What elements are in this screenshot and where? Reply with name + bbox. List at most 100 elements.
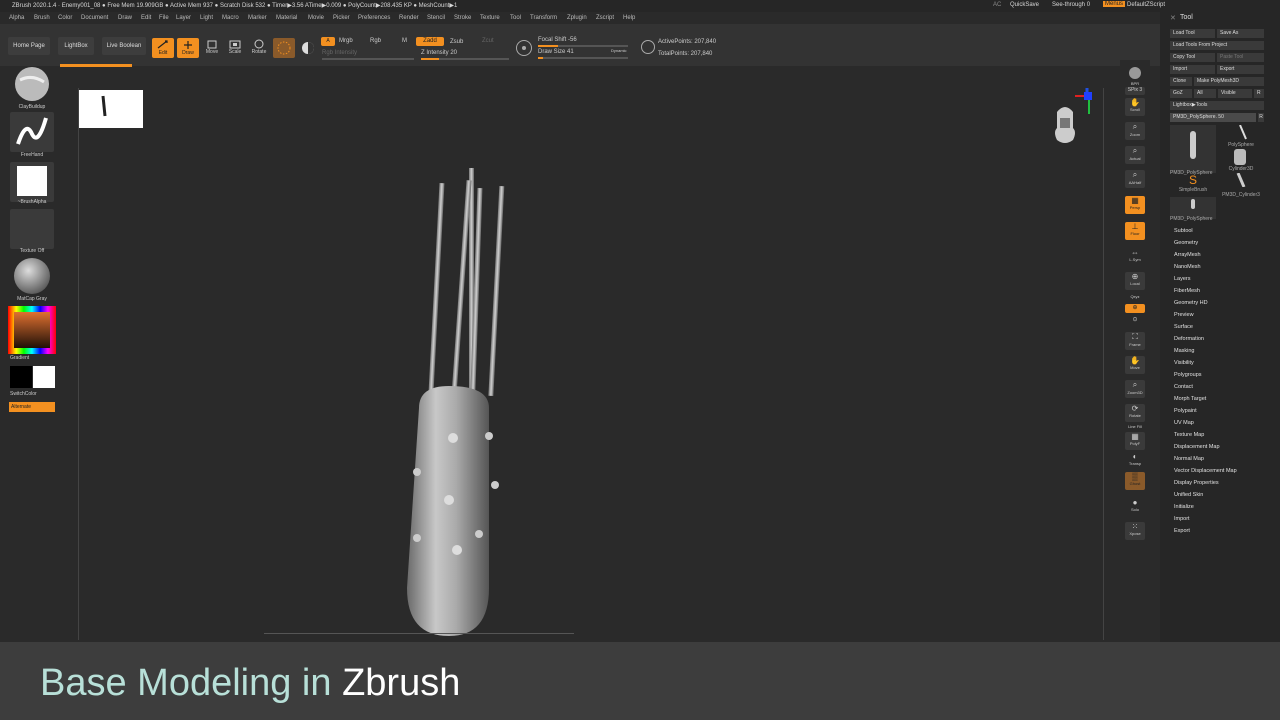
ghost-button[interactable]: ▒ Ghost bbox=[1125, 472, 1145, 490]
primary-color-swatch[interactable] bbox=[33, 366, 55, 388]
menu-zscript[interactable]: Zscript bbox=[596, 15, 614, 21]
tool-menu-item[interactable]: Geometry bbox=[1174, 240, 1198, 246]
scroll-button[interactable]: ✋ Scroll bbox=[1125, 98, 1145, 116]
rgb-toggle[interactable]: Rgb bbox=[370, 38, 381, 44]
ac-label[interactable]: AC bbox=[993, 2, 1001, 8]
m-toggle[interactable]: M bbox=[402, 38, 407, 44]
menu-draw[interactable]: Draw bbox=[118, 15, 132, 21]
xpose-button[interactable]: ⁙ Xpose bbox=[1125, 522, 1145, 540]
persp-button[interactable]: ▦ Persp bbox=[1125, 196, 1145, 214]
menu-transform[interactable]: Transform bbox=[530, 15, 557, 21]
tool-menu-item[interactable]: Display Properties bbox=[1174, 480, 1219, 486]
3d-model[interactable] bbox=[379, 158, 579, 638]
load-tool-button[interactable]: Load Tool bbox=[1170, 29, 1215, 38]
z-intensity-slider[interactable] bbox=[421, 58, 509, 60]
menu-light[interactable]: Light bbox=[200, 15, 213, 21]
tool-menu-item[interactable]: Geometry HD bbox=[1174, 300, 1208, 306]
collapse-icon[interactable]: ✕ bbox=[1170, 14, 1176, 22]
orientation-gizmo[interactable] bbox=[1049, 88, 1099, 158]
menu-render[interactable]: Render bbox=[399, 15, 419, 21]
tool-menu-item[interactable]: Displacement Map bbox=[1174, 444, 1220, 450]
scale-button[interactable]: Scale bbox=[225, 38, 245, 58]
menu-tool[interactable]: Tool bbox=[510, 15, 521, 21]
rotate-view-button[interactable]: ⟳ Rotate bbox=[1125, 404, 1145, 422]
secondary-color-swatch[interactable] bbox=[10, 366, 32, 388]
canvas-viewport[interactable] bbox=[78, 88, 1104, 640]
move-view-button[interactable]: ✋ Move bbox=[1125, 356, 1145, 374]
visible-button[interactable]: Visible bbox=[1218, 89, 1252, 98]
zadd-toggle[interactable]: Zadd bbox=[416, 37, 444, 46]
tool-menu-item[interactable]: Contact bbox=[1174, 384, 1193, 390]
r-tool-button[interactable]: R bbox=[1258, 113, 1264, 122]
tool-menu-item[interactable]: Morph Target bbox=[1174, 396, 1206, 402]
tool-menu-item[interactable]: Unified Skin bbox=[1174, 492, 1203, 498]
stroke-thumb[interactable] bbox=[10, 112, 54, 152]
tool-menu-item[interactable]: NanoMesh bbox=[1174, 264, 1201, 270]
load-tools-from-project-button[interactable]: Load Tools From Project bbox=[1170, 41, 1264, 50]
export-tool-button[interactable]: Export bbox=[1217, 65, 1264, 74]
actual-button[interactable]: ⌕ Actual bbox=[1125, 146, 1145, 164]
alternate-button[interactable]: Alternate bbox=[9, 402, 55, 412]
navigator-thumbnail[interactable] bbox=[79, 90, 143, 128]
clone-button[interactable]: Clone bbox=[1170, 77, 1192, 86]
tool-panel-title[interactable]: Tool bbox=[1180, 14, 1193, 21]
material-thumb[interactable] bbox=[10, 256, 54, 296]
make-polymesh3d-button[interactable]: Make PolyMesh3D bbox=[1194, 77, 1264, 86]
tool-menu-item[interactable]: UV Map bbox=[1174, 420, 1194, 426]
menu-layer[interactable]: Layer bbox=[176, 15, 191, 21]
menu-texture[interactable]: Texture bbox=[480, 15, 500, 21]
lightbox-button[interactable]: LightBox bbox=[58, 37, 94, 55]
texture-thumb[interactable] bbox=[10, 209, 54, 249]
tool-menu-item[interactable]: Initialize bbox=[1174, 504, 1194, 510]
menu-brush[interactable]: Brush bbox=[34, 15, 50, 21]
menu-marker[interactable]: Marker bbox=[248, 15, 267, 21]
zcut-toggle[interactable]: Zcut bbox=[482, 38, 494, 44]
tool-menu-item[interactable]: Import bbox=[1174, 516, 1190, 522]
tool-menu-item[interactable]: Subtool bbox=[1174, 228, 1193, 234]
tool-menu-item[interactable]: FiberMesh bbox=[1174, 288, 1200, 294]
floor-button[interactable]: ⊥ Floor bbox=[1125, 222, 1145, 240]
tool-menu-item[interactable]: Polypaint bbox=[1174, 408, 1197, 414]
tool-menu-item[interactable]: ArrayMesh bbox=[1174, 252, 1201, 258]
dynamic-toggle[interactable]: Dynamic bbox=[611, 48, 627, 53]
tool-thumb-3[interactable]: Cylinder3D bbox=[1218, 149, 1264, 173]
menu-document[interactable]: Document bbox=[81, 15, 108, 21]
aahalf-button[interactable]: ⌕ AAHalf bbox=[1125, 170, 1145, 188]
paste-tool-button[interactable]: Paste Tool bbox=[1217, 53, 1264, 62]
zoom-button[interactable]: ⌕ Zoom bbox=[1125, 122, 1145, 140]
save-as-button[interactable]: Save As bbox=[1217, 29, 1264, 38]
menu-stroke[interactable]: Stroke bbox=[454, 15, 471, 21]
r-button[interactable]: R bbox=[1254, 89, 1264, 98]
copy-tool-button[interactable]: Copy Tool bbox=[1170, 53, 1215, 62]
tool-menu-item[interactable]: Export bbox=[1174, 528, 1190, 534]
menu-material[interactable]: Material bbox=[276, 15, 297, 21]
rotate-button[interactable]: Rotate bbox=[248, 38, 270, 58]
all-button[interactable]: All bbox=[1194, 89, 1216, 98]
draw-button[interactable]: Draw bbox=[177, 38, 199, 58]
menu-zplugin[interactable]: Zplugin bbox=[567, 15, 587, 21]
menu-alpha[interactable]: Alpha bbox=[9, 15, 24, 21]
tool-thumb-6[interactable]: PM3D_PolySphere bbox=[1170, 197, 1216, 222]
tool-thumb-5[interactable]: PM3D_Cylinder3 bbox=[1218, 172, 1264, 198]
edit-button[interactable]: Edit bbox=[152, 38, 174, 58]
tool-menu-item[interactable]: Normal Map bbox=[1174, 456, 1204, 462]
spix-slider[interactable]: SPix 3 bbox=[1125, 87, 1145, 95]
live-boolean-button[interactable]: Live Boolean bbox=[102, 37, 146, 55]
color-picker[interactable] bbox=[8, 306, 56, 354]
tool-menu-item[interactable]: Surface bbox=[1174, 324, 1193, 330]
alpha-thumb[interactable] bbox=[10, 162, 54, 202]
see-through-slider[interactable]: See-through 0 bbox=[1052, 2, 1090, 8]
default-zscript-button[interactable]: DefaultZScript bbox=[1127, 2, 1165, 8]
rgb-intensity-slider[interactable] bbox=[322, 58, 414, 60]
zsub-toggle[interactable]: Zsub bbox=[450, 39, 463, 45]
frame-button[interactable]: ⛶ Frame bbox=[1125, 332, 1145, 350]
tool-thumb-4[interactable]: S SimpleBrush bbox=[1170, 173, 1216, 195]
quicksave-button[interactable]: QuickSave bbox=[1010, 2, 1039, 8]
a-toggle[interactable]: A bbox=[321, 37, 335, 46]
menu-stencil[interactable]: Stencil bbox=[427, 15, 445, 21]
material-selector[interactable] bbox=[299, 38, 317, 58]
tool-thumb-2[interactable]: PolySphere bbox=[1218, 124, 1264, 149]
mrgb-toggle[interactable]: Mrgb bbox=[339, 38, 353, 44]
y-axis-button[interactable]: ⊙ bbox=[1125, 316, 1145, 326]
menus-button[interactable]: Menus bbox=[1103, 1, 1126, 7]
